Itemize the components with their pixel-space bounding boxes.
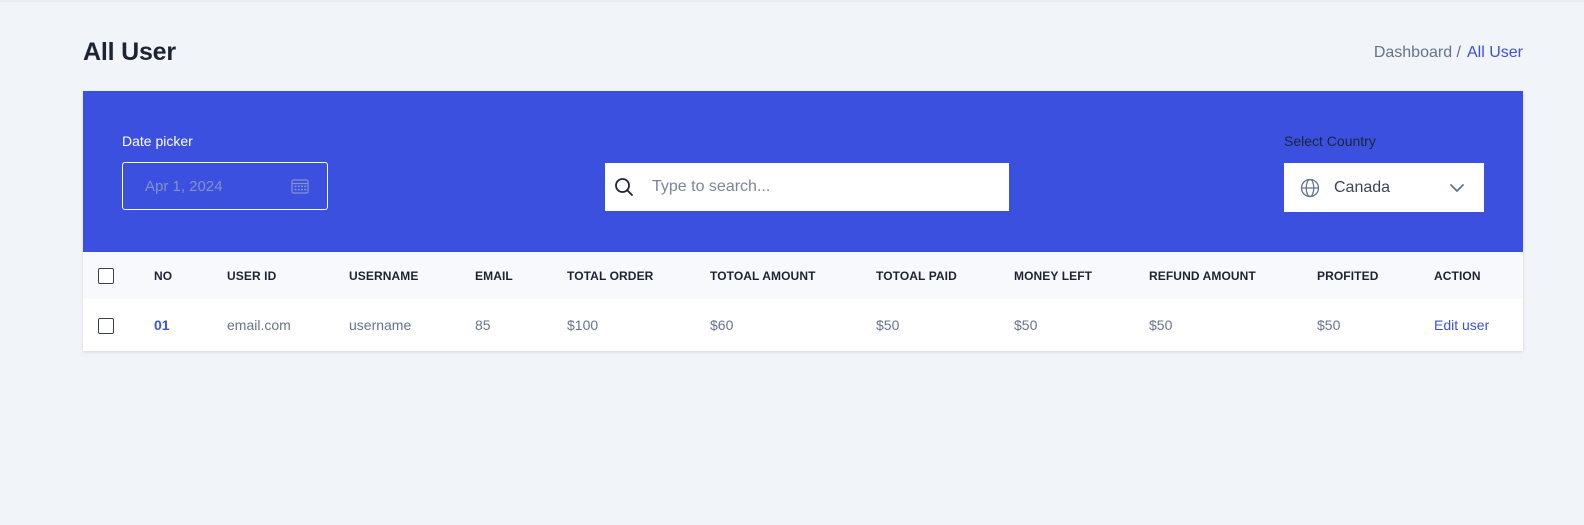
column-header: NO	[154, 268, 173, 283]
table-header-row: NO USER ID USERNAME EMAIL TOTAL ORDER TO…	[83, 252, 1523, 299]
filter-bar: Date picker Apr 1, 2024 Type to search..…	[83, 91, 1523, 252]
country-select-value: Canada	[1334, 178, 1391, 196]
row-profited: $50	[1317, 317, 1341, 333]
page-title: All User	[83, 38, 176, 66]
date-picker[interactable]	[122, 162, 328, 210]
row-total-paid: $50	[876, 317, 900, 333]
column-header: TOTAL ORDER	[567, 268, 654, 283]
top-border	[0, 0, 1584, 2]
select-all-checkbox[interactable]	[98, 267, 114, 284]
column-header: TOTOAL AMOUNT	[710, 268, 816, 283]
column-header: REFUND AMOUNT	[1149, 268, 1256, 283]
edit-user-link[interactable]: Edit user	[1434, 299, 1523, 351]
chevron-down-icon[interactable]	[1449, 183, 1465, 193]
calendar-icon[interactable]	[291, 178, 309, 194]
date-picker-label: Date picker	[122, 133, 193, 149]
breadcrumb-current: All User	[1466, 44, 1523, 61]
column-header: PROFITED	[1317, 268, 1379, 283]
users-card: Date picker Apr 1, 2024 Type to search..…	[83, 91, 1523, 351]
row-total-order: $100	[567, 317, 599, 333]
row-user-id: email.com	[227, 317, 291, 333]
row-no: 01	[154, 317, 170, 333]
row-username: username	[349, 317, 412, 333]
breadcrumb: Dashboard / All User	[1374, 44, 1523, 62]
row-refund-amount: $50	[1149, 317, 1173, 333]
users-table: NO USER ID USERNAME EMAIL TOTAL ORDER TO…	[83, 252, 1523, 351]
row-checkbox[interactable]	[98, 317, 114, 334]
row-total-amount: $60	[710, 317, 734, 333]
country-select[interactable]: Canada	[1284, 163, 1484, 212]
row-email: 85	[475, 317, 491, 333]
search-input[interactable]	[650, 177, 974, 197]
column-header: MONEY LEFT	[1014, 268, 1093, 283]
column-header: TOTOAL PAID	[876, 268, 957, 283]
search-bar	[605, 163, 1009, 211]
globe-icon	[1300, 178, 1320, 198]
column-header: USERNAME	[349, 268, 419, 283]
row-money-left: $50	[1014, 317, 1038, 333]
search-icon	[614, 177, 634, 197]
date-picker-input[interactable]	[143, 176, 277, 196]
column-header: ACTION	[1434, 268, 1481, 283]
table-row: 01 email.com username 85 $100 $60 $50 $5…	[83, 299, 1523, 351]
select-country-label: Select Country	[1284, 133, 1376, 149]
column-header: USER ID	[227, 268, 277, 283]
column-header: EMAIL	[475, 268, 513, 283]
breadcrumb-dashboard-link[interactable]: Dashboard /	[1374, 44, 1461, 62]
